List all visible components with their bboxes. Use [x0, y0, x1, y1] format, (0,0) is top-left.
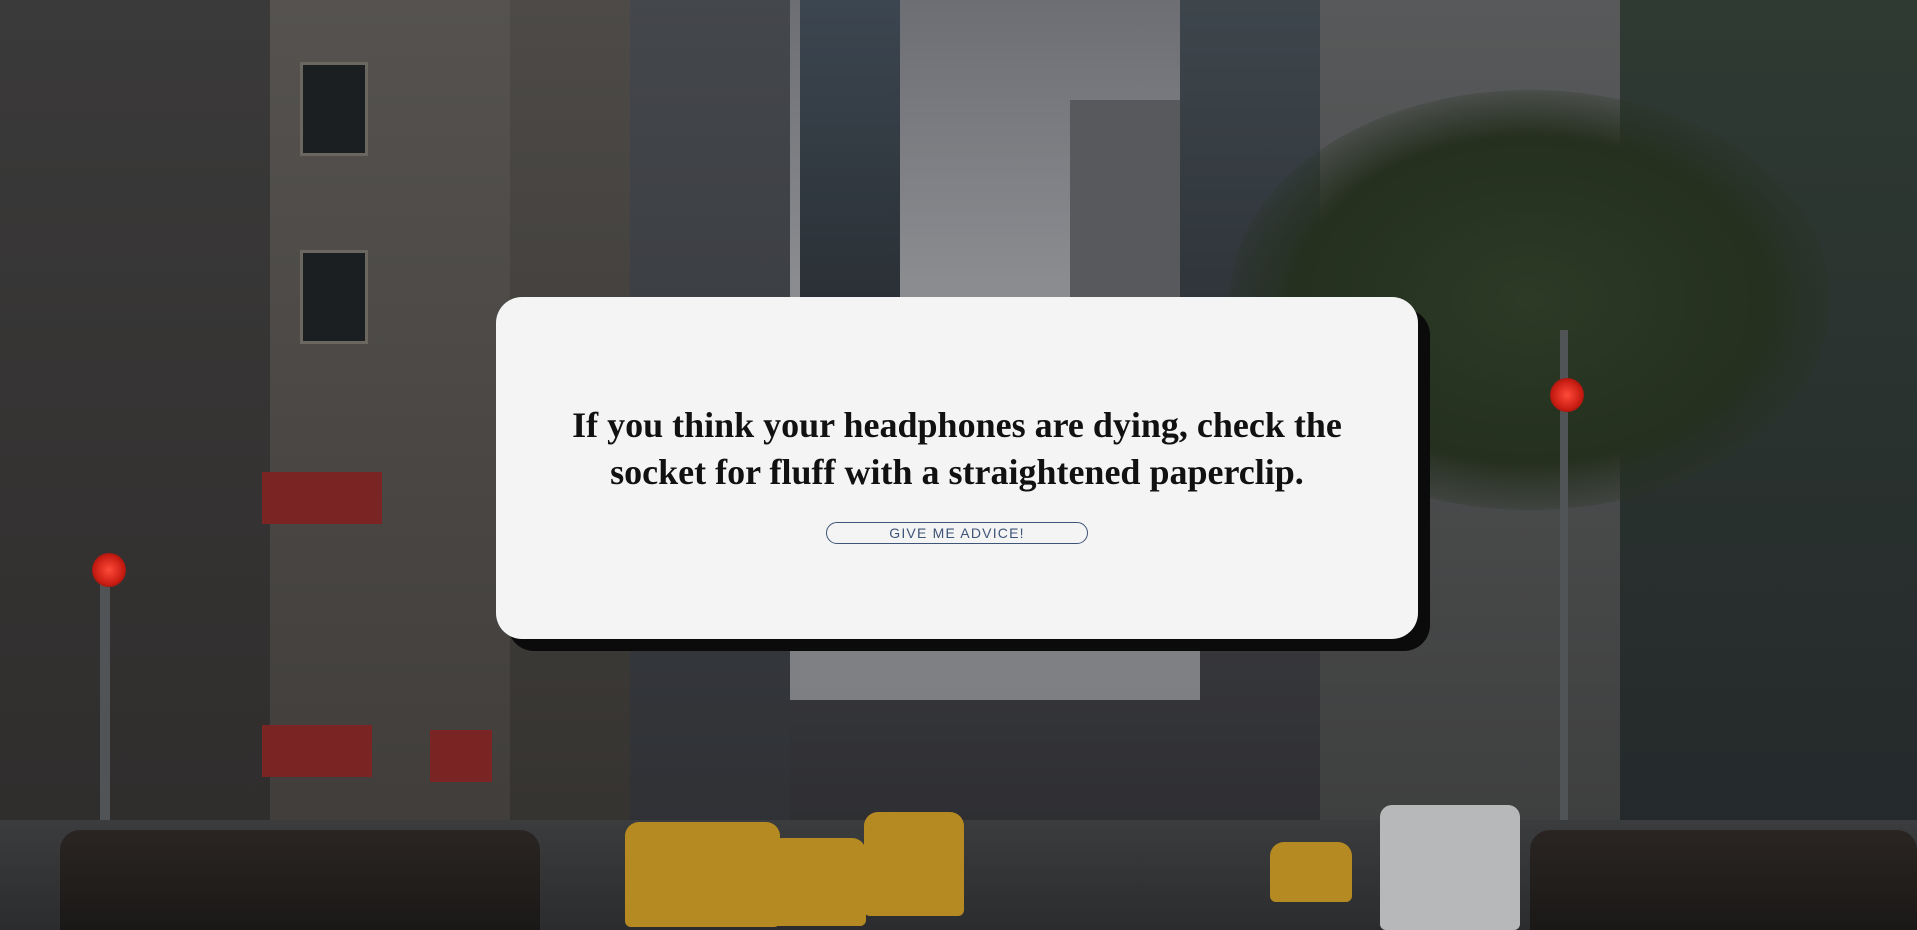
taxi [864, 812, 964, 916]
building [800, 0, 900, 300]
crowd [1530, 830, 1917, 930]
awning [262, 472, 382, 524]
page: If you think your headphones are dying, … [0, 0, 1917, 930]
taxi [768, 838, 866, 926]
taxi [625, 822, 780, 927]
awning [262, 725, 372, 777]
advice-card: If you think your headphones are dying, … [496, 297, 1418, 639]
van [1380, 805, 1520, 930]
building [0, 0, 280, 930]
advice-text: If you think your headphones are dying, … [572, 405, 1342, 492]
taxi [1270, 842, 1352, 902]
awning [430, 730, 492, 782]
crowd [60, 830, 540, 930]
red-light [92, 553, 126, 587]
window [300, 250, 368, 344]
red-light [1550, 378, 1584, 412]
window [300, 62, 368, 156]
give-advice-button[interactable]: GIVE ME ADVICE! [826, 522, 1088, 544]
building [1070, 100, 1180, 310]
